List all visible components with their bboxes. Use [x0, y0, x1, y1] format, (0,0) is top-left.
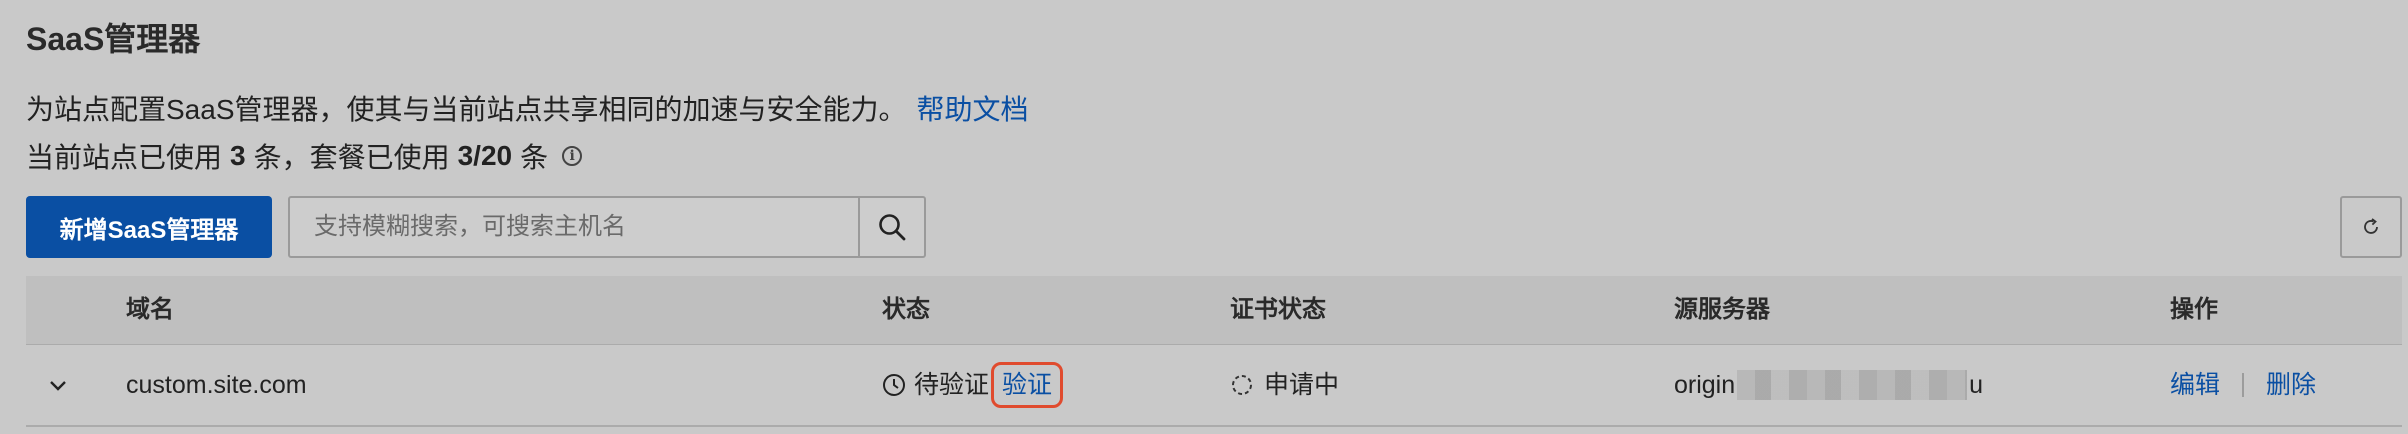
domain-cell: custom.site.com [126, 371, 307, 399]
loading-spinner-icon [1232, 375, 1252, 395]
origin-prefix: origin [1674, 371, 1736, 399]
column-header-actions: 操作 [2170, 296, 2218, 323]
add-saas-manager-button[interactable]: 新增SaaS管理器 [26, 196, 272, 258]
cert-status-cell: 申请中 [1230, 345, 1339, 425]
help-doc-link[interactable]: 帮助文档 [917, 94, 1029, 125]
search-input[interactable] [290, 198, 858, 256]
expand-row-button[interactable] [46, 345, 70, 425]
status-text: 待验证 [914, 371, 990, 399]
plan-used-count: 3/20 [457, 140, 513, 171]
search-icon [879, 214, 906, 241]
delete-link[interactable]: 删除 [2266, 345, 2316, 425]
refresh-button[interactable] [2340, 196, 2402, 258]
redacted-origin [1737, 370, 1968, 400]
usage-prefix: 当前站点已使用 [26, 142, 223, 173]
status-cell: 待验证 验证 [882, 345, 1064, 425]
column-header-cert-status: 证书状态 [1230, 296, 1326, 323]
action-divider [2242, 373, 2245, 397]
search-box [288, 196, 926, 258]
usage-summary: 当前站点已使用 3 条，套餐已使用 3/20 条 i [26, 136, 583, 176]
page-description: 为站点配置SaaS管理器，使其与当前站点共享相同的加速与安全能力。 帮助文档 [26, 88, 1029, 128]
origin-suffix: u [1969, 371, 1984, 399]
edit-link[interactable]: 编辑 [2170, 345, 2220, 425]
chevron-down-icon [50, 381, 66, 391]
column-header-origin: 源服务器 [1674, 296, 1770, 323]
actions-cell: 编辑 删除 [2170, 345, 2316, 425]
table-header: 域名 状态 证书状态 源服务器 操作 [26, 276, 2402, 345]
column-header-domain: 域名 [126, 296, 174, 323]
refresh-icon [2364, 218, 2378, 234]
cert-status-text: 申请中 [1264, 371, 1340, 399]
usage-mid: 条，套餐已使用 [253, 142, 450, 173]
search-button[interactable] [858, 198, 924, 256]
usage-suffix: 条 [520, 142, 549, 173]
info-icon[interactable]: i [562, 146, 583, 166]
page-title: SaaS管理器 [26, 21, 201, 57]
description-text: 为站点配置SaaS管理器，使其与当前站点共享相同的加速与安全能力。 [26, 94, 907, 125]
verify-link[interactable]: 验证 [991, 362, 1064, 408]
column-header-status: 状态 [882, 296, 930, 323]
site-used-count: 3 [230, 140, 246, 171]
clock-icon [883, 374, 905, 396]
origin-cell: origin u [1674, 345, 1983, 425]
table-row: custom.site.com 待验证 验证 申请中 origin u 编辑 删… [26, 345, 2402, 427]
